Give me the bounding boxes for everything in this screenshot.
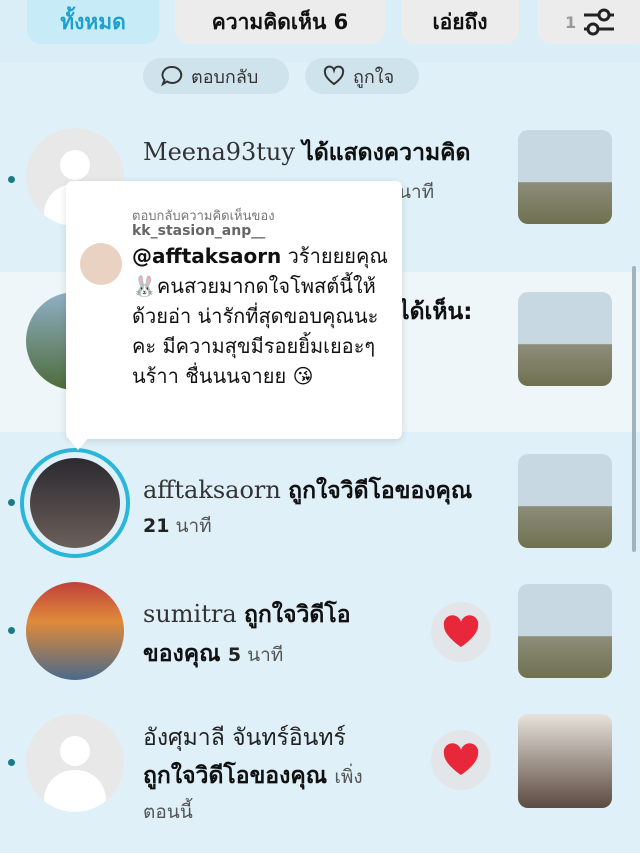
action-text: ถูกใจวิดีโอของคุณ (288, 478, 473, 504)
timestamp: 21 นาที (143, 508, 212, 544)
notification-text: afftaksaorn ถูกใจวิดีโอของคุณ (143, 472, 472, 509)
liked-heart-button[interactable] (431, 730, 491, 790)
heart-outline-icon (323, 65, 345, 86)
time-number: 5 (227, 644, 242, 666)
username[interactable]: Meena93tuy (143, 138, 295, 166)
popup-username[interactable]: kk_stasion_anp__ (132, 223, 265, 239)
action-text-cont: ของคุณ (143, 641, 221, 667)
notification-text: Meena93tuy ได้แสดงความคิด (143, 134, 471, 171)
timestamp-line2: ตอนนี้ (143, 801, 193, 823)
tab-filter[interactable]: 1 (537, 0, 640, 44)
profile-photo-thumbnail[interactable] (518, 714, 612, 808)
video-thumbnail[interactable] (518, 292, 612, 386)
unread-dot (8, 499, 15, 506)
unread-dot (8, 759, 15, 766)
action-text: ถูกใจวิดีโอของคุณ (143, 763, 328, 789)
action-text: ถูกใจวิดีโอ (243, 602, 351, 628)
like-button[interactable]: ถูกใจ (305, 58, 419, 94)
timestamp: เพิ่ง (334, 766, 363, 788)
heart-filled-icon (443, 743, 479, 775)
time-number: 21 (143, 515, 170, 537)
notification-text: sumitra ถูกใจวิดีโอ (143, 596, 351, 633)
filter-tabs: ทั้งหมด ความคิดเห็น 6 เอ่ยถึง 1 (0, 0, 640, 62)
reply-comment-popup[interactable]: ตอบกลับความคิดเห็นของ kk_stasion_anp__ @… (66, 181, 402, 439)
notification-text: อังศุมาลี จันทร์อินทร์ (143, 720, 346, 756)
username[interactable]: sumitra (143, 600, 237, 628)
action-text: ได้เห็น: (398, 299, 473, 325)
username[interactable]: afftaksaorn (143, 476, 281, 504)
notification-text-line2: ถูกใจวิดีโอของคุณ เพิ่ง (143, 758, 363, 795)
time-unit: นาที (247, 644, 284, 666)
avatar[interactable] (30, 458, 120, 548)
mention-link[interactable]: @afftaksaorn (132, 244, 281, 268)
liked-heart-button[interactable] (431, 602, 491, 662)
popup-arrow (66, 436, 90, 450)
scrollbar[interactable] (632, 266, 636, 552)
sliders-icon (584, 8, 615, 36)
timestamp: นาที (398, 181, 435, 203)
notification-text-line2: ของคุณ 5 นาที (143, 636, 283, 673)
tab-all[interactable]: ทั้งหมด (27, 0, 159, 44)
comment-icon (161, 65, 183, 87)
unread-dot (8, 176, 15, 183)
popup-avatar (80, 243, 122, 285)
avatar[interactable] (26, 714, 124, 812)
unread-dot (8, 627, 15, 634)
notification-row[interactable]: sumitra ถูกใจวิดีโอ ของคุณ 5 นาที (0, 574, 640, 702)
video-thumbnail[interactable] (518, 130, 612, 224)
tab-comments[interactable]: ความคิดเห็น 6 (175, 0, 385, 44)
notification-text: ได้เห็น: (398, 294, 472, 330)
notification-row[interactable]: afftaksaorn ถูกใจวิดีโอของคุณ 21 นาที (0, 432, 640, 574)
avatar[interactable] (26, 582, 124, 680)
time-unit: นาที (175, 515, 212, 537)
tab-partial-label: 1 (565, 12, 577, 32)
action-text: ได้แสดงความคิด (302, 140, 471, 166)
popup-comment-body: @afftaksaorn วร้ายยยคุณ 🐰คนสวยมากดใจโพสต… (132, 241, 388, 391)
tab-mentions[interactable]: เอ่ยถึง (401, 0, 519, 44)
reply-label: ตอบกลับ (191, 66, 259, 88)
like-label: ถูกใจ (353, 66, 395, 88)
video-thumbnail[interactable] (518, 584, 612, 678)
video-thumbnail[interactable] (518, 454, 612, 548)
username[interactable]: อังศุมาลี จันทร์อินทร์ (143, 725, 346, 751)
notification-row[interactable]: อังศุมาลี จันทร์อินทร์ ถูกใจวิดีโอของคุณ… (0, 702, 640, 853)
reply-button[interactable]: ตอบกลับ (143, 58, 289, 94)
heart-filled-icon (443, 615, 479, 647)
